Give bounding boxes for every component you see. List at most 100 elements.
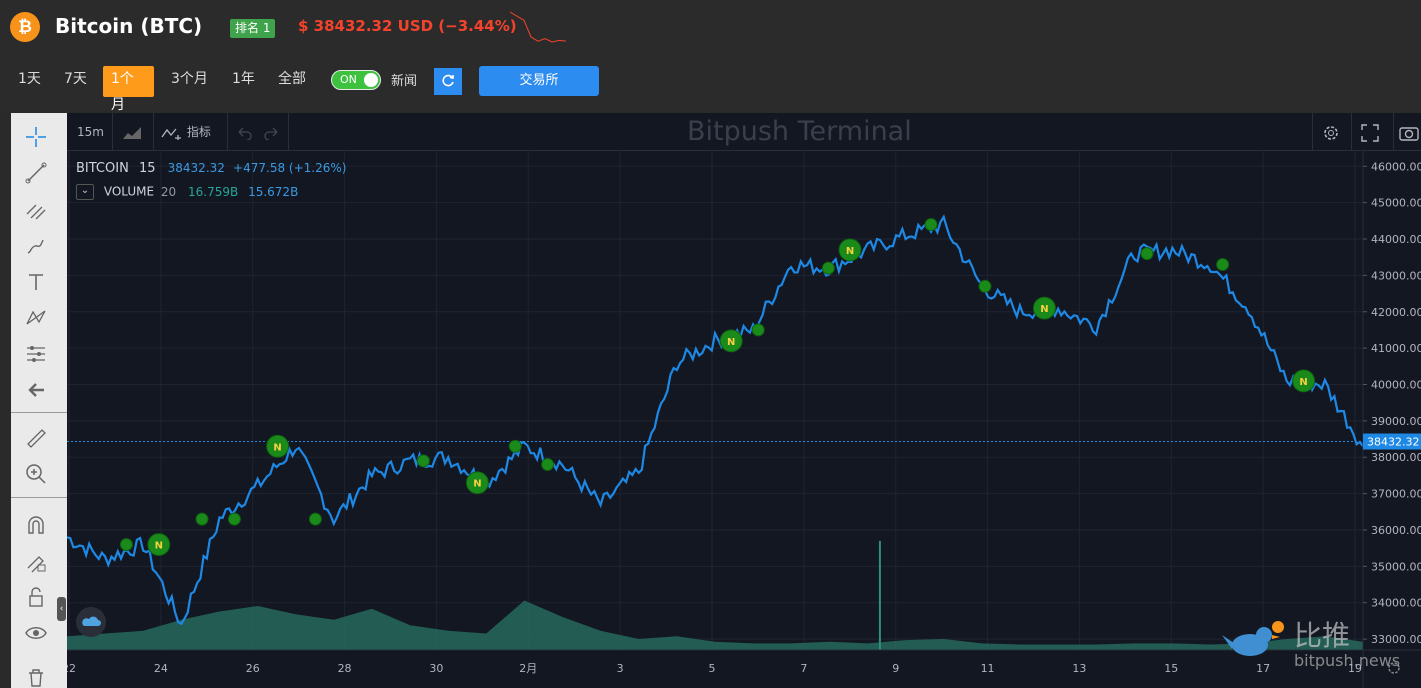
chart-legend-price: BITCOIN 15 38432.32 +477.58 (+1.26%) — [76, 161, 346, 176]
chart-style-icon[interactable] — [122, 113, 142, 151]
ruler-tool-icon[interactable] — [11, 421, 61, 455]
rank-badge: 排名 1 — [230, 19, 276, 38]
news-label: 新闻 — [391, 74, 418, 89]
time-tick-label: 2月 — [519, 662, 537, 675]
news-marker — [508, 439, 522, 453]
indicators-icon — [161, 128, 181, 141]
toggle-knob — [364, 73, 378, 87]
news-marker-label: N — [727, 337, 735, 348]
bitcoin-logo-icon: ₿ — [10, 12, 40, 42]
undo-icon[interactable] — [237, 113, 253, 151]
redo-icon[interactable] — [263, 113, 279, 151]
news-marker — [751, 323, 765, 337]
legend-change: +477.58 (+1.26%) — [233, 161, 347, 175]
news-marker-label: N — [473, 479, 481, 490]
chart-legend-volume: ⌄ VOLUME 20 16.759B 15.672B — [76, 184, 298, 200]
lock-drawing-icon[interactable] — [11, 544, 61, 578]
time-tick-label: 13 — [1072, 662, 1086, 675]
watermark-cn: 比推 — [1294, 619, 1351, 652]
time-tick-label: 24 — [154, 662, 168, 675]
price-tick-label: 44000.00 — [1371, 233, 1421, 246]
trash-icon[interactable] — [11, 661, 61, 688]
legend-last: 38432.32 — [167, 161, 225, 175]
exchange-button[interactable]: 交易所 — [479, 66, 599, 96]
time-tick-label: 9 — [892, 662, 899, 675]
price-tick-label: 37000.00 — [1371, 488, 1421, 501]
toolbar-divider — [1351, 113, 1352, 151]
eye-icon[interactable] — [11, 616, 61, 650]
chart-panel: 15m 指标 Bitpush Terminal NNNNNN N 33000.0… — [57, 113, 1421, 688]
legend-symbol: BITCOIN — [76, 161, 129, 176]
range-tab-7d[interactable]: 7天 — [56, 66, 95, 97]
price-change-text: $ 38432.32 USD (−3.44%) — [298, 17, 517, 35]
price-tick-label: 45000.00 — [1371, 197, 1421, 210]
toolbar-divider — [1312, 113, 1313, 151]
magnet-icon[interactable] — [11, 508, 61, 542]
interval-selector[interactable]: 15m — [77, 113, 104, 151]
price-sparkline — [509, 11, 567, 43]
collapse-handle[interactable]: ‹ — [57, 597, 66, 621]
time-tick-label: 30 — [429, 662, 443, 675]
legend-volume-period: 20 — [160, 184, 177, 199]
news-marker — [416, 454, 430, 468]
pitchfork-tool-icon[interactable] — [11, 193, 61, 227]
range-tab-all[interactable]: 全部 — [270, 66, 314, 97]
tools-divider — [11, 497, 67, 498]
price-tick-label: 42000.00 — [1371, 306, 1421, 319]
price-tick-label: 41000.00 — [1371, 342, 1421, 355]
refresh-icon — [442, 74, 454, 87]
price-tick-label: 36000.00 — [1371, 524, 1421, 537]
fullscreen-icon[interactable] — [1361, 113, 1379, 151]
toolbar-divider — [227, 113, 228, 151]
news-marker — [1140, 247, 1154, 261]
prediction-tool-icon[interactable] — [11, 337, 61, 371]
text-tool-icon[interactable] — [11, 265, 61, 299]
bitpush-cloud-logo-icon[interactable] — [76, 607, 106, 637]
time-tick-label: 7 — [800, 662, 807, 675]
news-marker-label: N — [1299, 377, 1307, 388]
time-tick-label: 3 — [617, 662, 624, 675]
news-marker-label: N — [846, 246, 854, 257]
crosshair-tool-icon[interactable] — [11, 120, 61, 154]
price-tick-label: 46000.00 — [1371, 160, 1421, 173]
range-tab-1d[interactable]: 1天 — [10, 66, 49, 97]
chevron-down-icon[interactable]: ⌄ — [76, 184, 94, 200]
time-tick-label: 11 — [981, 662, 995, 675]
news-marker-label: N — [155, 541, 163, 552]
news-marker — [308, 512, 322, 526]
sparkline-line — [509, 11, 567, 43]
price-chart[interactable]: N N N N N N N 33000.00 34000.00 35000.00 36000.00 3… — [67, 151, 1421, 688]
time-tick-label: 22 — [67, 662, 76, 675]
news-marker — [541, 458, 555, 471]
settings-gear-icon[interactable] — [1321, 113, 1341, 151]
range-tab-1y[interactable]: 1年 — [224, 66, 263, 97]
top-bar: ₿ Bitcoin (BTC) 排名 1 $ 38432.32 USD (−3.… — [0, 0, 1421, 113]
last-price-tag-label: 38432.32 — [1367, 436, 1420, 449]
refresh-button[interactable] — [434, 68, 462, 95]
price-tick-label: 39000.00 — [1371, 415, 1421, 428]
unlock-icon[interactable] — [11, 580, 61, 614]
pattern-tool-icon[interactable] — [11, 301, 61, 335]
news-marker — [1216, 258, 1230, 271]
toolbar-divider — [1393, 113, 1394, 151]
legend-volume-label: VOLUME — [103, 184, 155, 199]
indicators-button[interactable]: 指标 — [161, 113, 211, 151]
price-tick-label: 34000.00 — [1371, 597, 1421, 610]
brush-tool-icon[interactable] — [11, 229, 61, 263]
news-marker — [195, 512, 209, 526]
camera-icon[interactable] — [1399, 113, 1419, 151]
terminal-watermark-title: Bitpush Terminal — [687, 116, 912, 147]
toolbar-divider — [153, 113, 154, 151]
arrow-left-icon[interactable] — [11, 373, 61, 407]
zoom-in-icon[interactable] — [11, 457, 61, 491]
range-tab-3m[interactable]: 3个月 — [163, 66, 216, 97]
indicators-label: 指标 — [186, 125, 211, 139]
toggle-state-label: ON — [340, 73, 357, 86]
news-marker — [821, 261, 835, 275]
news-marker — [924, 218, 938, 231]
time-tick-label: 26 — [246, 662, 260, 675]
range-tab-1m[interactable]: 1个月 — [103, 66, 154, 113]
news-toggle[interactable]: ON — [331, 70, 381, 90]
trendline-tool-icon[interactable] — [11, 156, 61, 190]
price-tick-label: 43000.00 — [1371, 269, 1421, 282]
